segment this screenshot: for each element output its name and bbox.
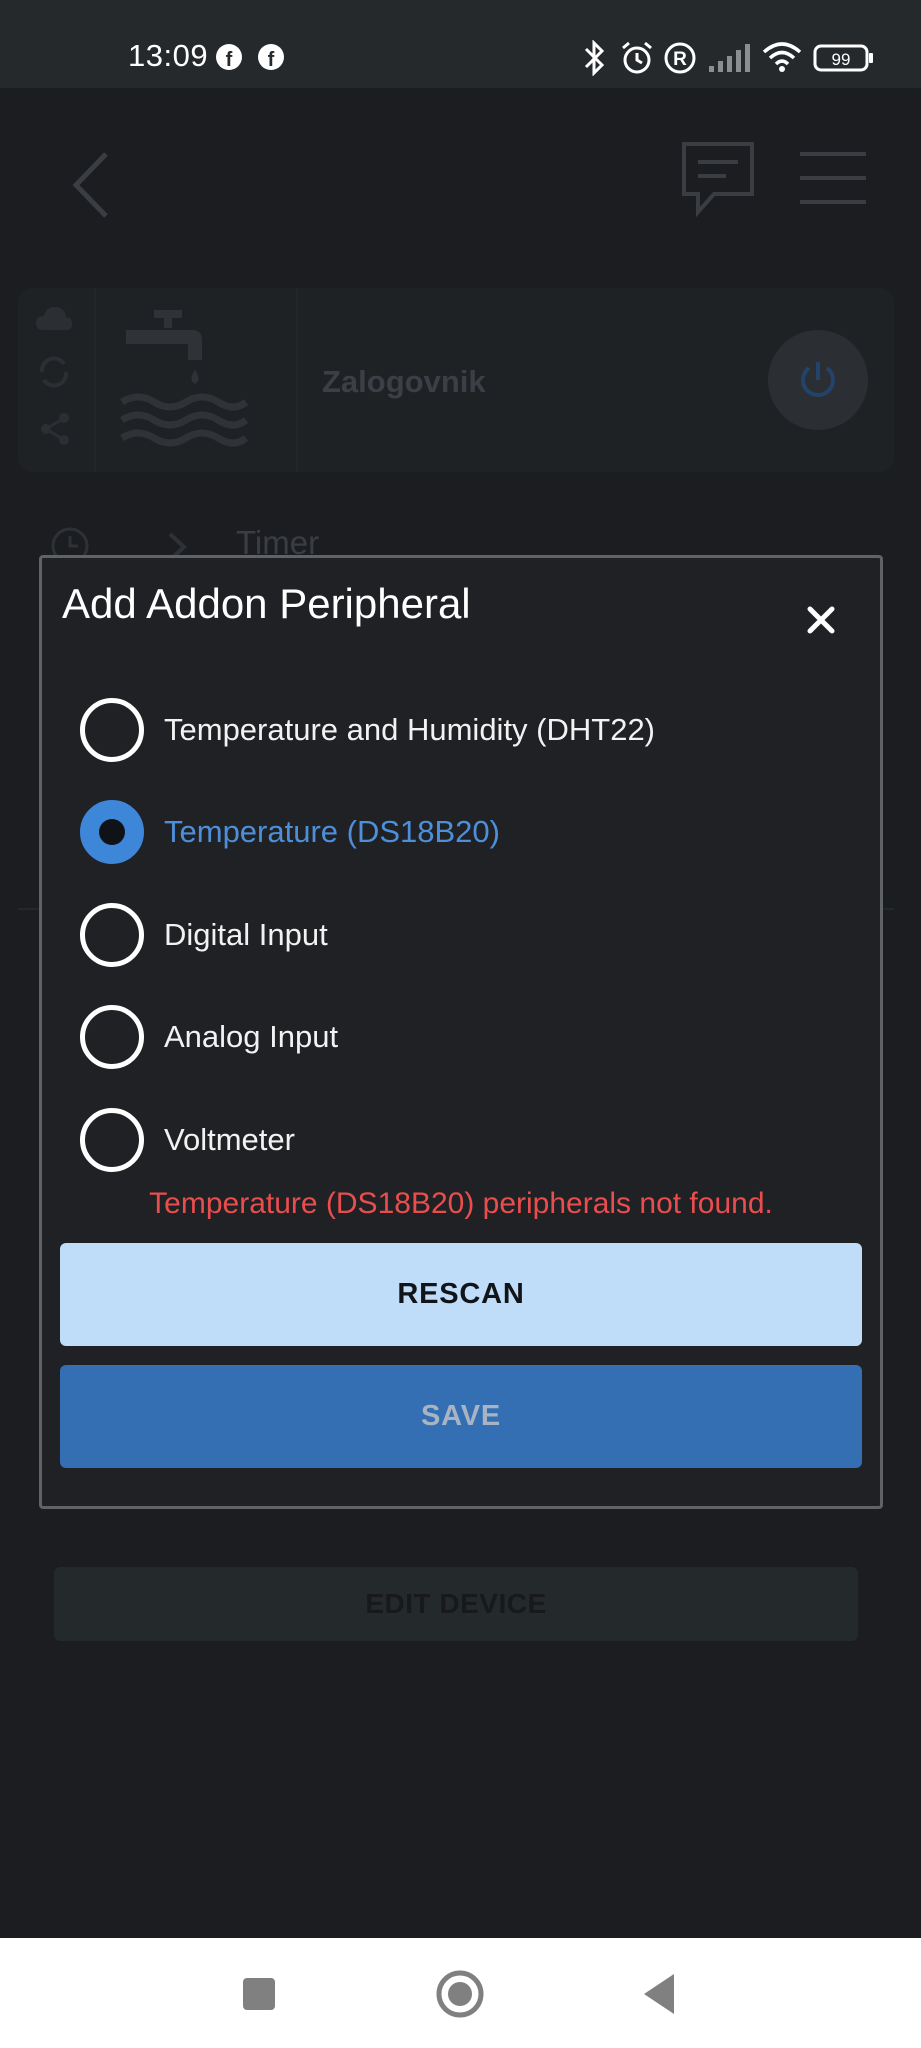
option-dht22[interactable]: Temperature and Humidity (DHT22): [80, 690, 840, 770]
status-time: 13:09: [128, 38, 209, 73]
recents-button[interactable]: [233, 1968, 285, 2020]
option-label: Digital Input: [164, 917, 328, 952]
power-icon: [801, 362, 835, 397]
battery-icon: 99: [813, 44, 873, 72]
radio-button[interactable]: [80, 903, 144, 967]
add-addon-peripheral-dialog: Add Addon Peripheral Temperature and Hum…: [39, 555, 883, 1509]
dialog-title: Add Addon Peripheral: [62, 580, 471, 627]
option-label: Analog Input: [164, 1019, 339, 1054]
error-message: Temperature (DS18B20) peripherals not fo…: [149, 1187, 773, 1220]
option-label: Voltmeter: [164, 1122, 295, 1157]
option-label: Temperature and Humidity (DHT22): [164, 712, 656, 747]
navigation-bar: [0, 1938, 921, 2048]
edit-device-button[interactable]: EDIT DEVICE: [54, 1567, 858, 1641]
close-icon: [807, 606, 835, 634]
signal-icon: [709, 44, 750, 72]
device-card[interactable]: Zalogovnik: [18, 288, 894, 472]
sync-icon: [39, 356, 69, 388]
option-voltmeter[interactable]: Voltmeter: [80, 1100, 840, 1180]
option-analog-input[interactable]: Analog Input: [80, 997, 840, 1077]
option-ds18b20[interactable]: Temperature (DS18B20): [80, 792, 840, 872]
status-bar: 13:09 f f R 99: [0, 0, 921, 88]
close-button[interactable]: [799, 598, 843, 642]
home-button[interactable]: [434, 1968, 486, 2020]
facebook-icon: f: [216, 44, 242, 70]
option-label: Temperature (DS18B20): [164, 814, 500, 849]
radio-button[interactable]: [80, 698, 144, 762]
power-button[interactable]: [768, 330, 868, 430]
radio-button-selected[interactable]: [80, 800, 144, 864]
device-side-icons: [18, 288, 96, 472]
registered-icon: R: [664, 42, 696, 74]
device-name: Zalogovnik: [322, 364, 486, 399]
menu-icon[interactable]: [800, 150, 866, 206]
device-image: [96, 288, 298, 472]
wifi-icon: [762, 42, 802, 72]
save-button[interactable]: SAVE: [60, 1365, 862, 1468]
back-icon[interactable]: [68, 148, 112, 222]
option-digital-input[interactable]: Digital Input: [80, 895, 840, 975]
battery-level: 99: [832, 50, 851, 69]
rescan-button[interactable]: RESCAN: [60, 1243, 862, 1346]
cloud-icon: [36, 307, 72, 330]
water-tap-icon: [120, 310, 249, 447]
svg-text:R: R: [673, 49, 687, 70]
radio-button[interactable]: [80, 1005, 144, 1069]
radio-button[interactable]: [80, 1108, 144, 1172]
bluetooth-icon: [584, 40, 605, 76]
chat-icon[interactable]: [680, 140, 756, 218]
facebook-icon: f: [258, 44, 284, 70]
back-nav-button[interactable]: [634, 1968, 686, 2020]
share-icon: [41, 413, 69, 445]
alarm-icon: [622, 41, 652, 74]
